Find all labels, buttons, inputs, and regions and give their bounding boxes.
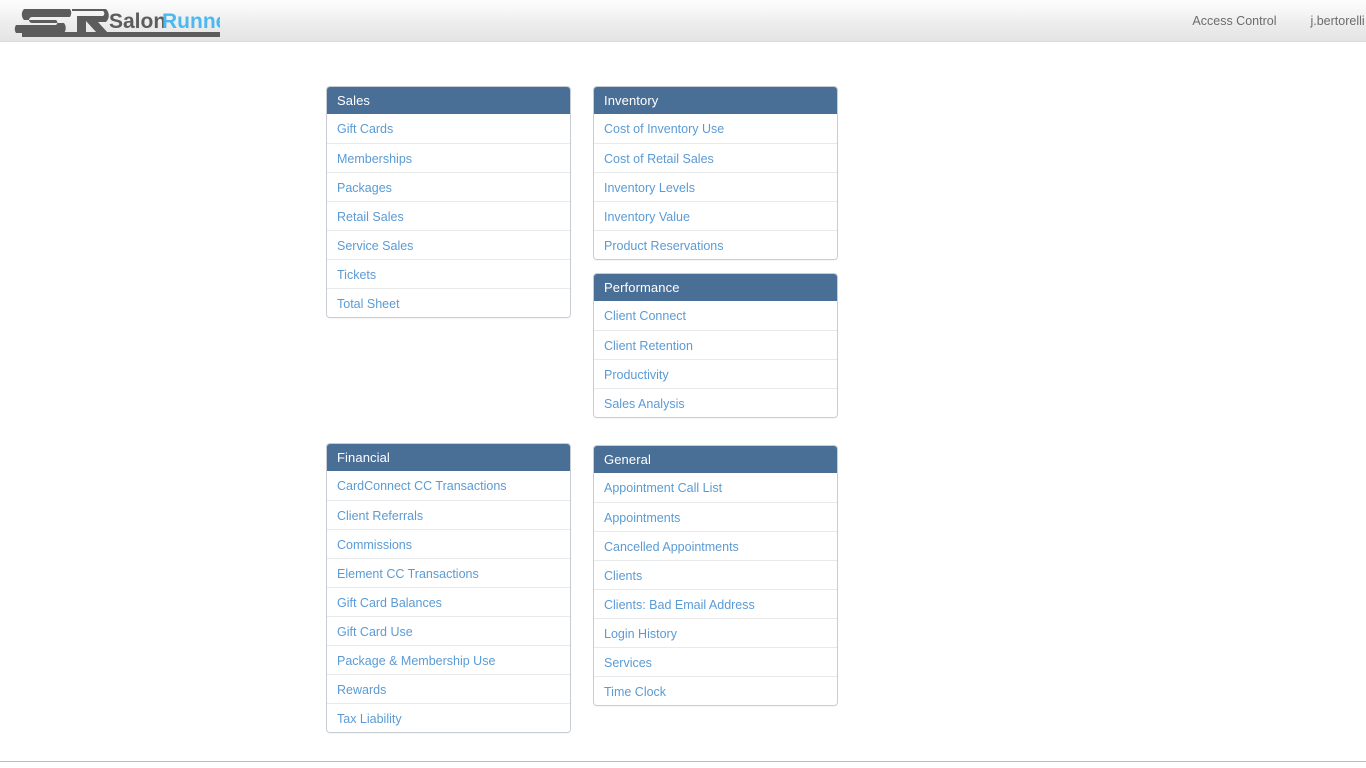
report-link-retail-sales[interactable]: Retail Sales — [337, 210, 404, 224]
report-link-tickets[interactable]: Tickets — [337, 268, 376, 282]
list-item[interactable]: Tickets — [327, 259, 570, 288]
list-item[interactable]: Gift Cards — [327, 114, 570, 143]
report-link-cost-of-inventory-use[interactable]: Cost of Inventory Use — [604, 122, 724, 136]
report-link-packages[interactable]: Packages — [337, 181, 392, 195]
list-item[interactable]: Retail Sales — [327, 201, 570, 230]
report-link-appointment-call-list[interactable]: Appointment Call List — [604, 481, 722, 495]
list-item[interactable]: Memberships — [327, 143, 570, 172]
right-column: Inventory Cost of Inventory Use Cost of … — [593, 86, 838, 706]
salonrunner-logo-icon: Salon Runner — [14, 9, 236, 37]
report-link-time-clock[interactable]: Time Clock — [604, 685, 666, 699]
current-user-salon-label: j.bertorelli salon: H — [1310, 14, 1366, 28]
panel-sales-title: Sales — [327, 87, 570, 114]
panel-general-title: General — [594, 446, 837, 473]
list-item[interactable]: Appointment Call List — [594, 473, 837, 502]
list-item[interactable]: Inventory Value — [594, 201, 837, 230]
report-link-client-retention[interactable]: Client Retention — [604, 339, 693, 353]
list-item[interactable]: Gift Card Use — [327, 616, 570, 645]
report-link-cost-of-retail-sales[interactable]: Cost of Retail Sales — [604, 152, 714, 166]
report-link-login-history[interactable]: Login History — [604, 627, 677, 641]
list-item[interactable]: Sales Analysis — [594, 388, 837, 417]
list-item[interactable]: Tax Liability — [327, 703, 570, 732]
list-item[interactable]: Gift Card Balances — [327, 587, 570, 616]
left-column: Sales Gift Cards Memberships Packages Re… — [326, 86, 571, 733]
svg-text:Salon: Salon — [109, 10, 166, 33]
panel-general: General Appointment Call List Appointmen… — [593, 445, 838, 706]
left-column-spacer — [326, 331, 571, 443]
panel-inventory-body: Cost of Inventory Use Cost of Retail Sal… — [594, 114, 837, 259]
report-link-client-referrals[interactable]: Client Referrals — [337, 509, 423, 523]
list-item[interactable]: Appointments — [594, 502, 837, 531]
list-item[interactable]: Inventory Levels — [594, 172, 837, 201]
panel-financial-title: Financial — [327, 444, 570, 471]
list-item[interactable]: Clients — [594, 560, 837, 589]
list-item[interactable]: Cost of Inventory Use — [594, 114, 837, 143]
report-link-cancelled-appointments[interactable]: Cancelled Appointments — [604, 540, 739, 554]
list-item[interactable]: Service Sales — [327, 230, 570, 259]
reports-columns: Sales Gift Cards Memberships Packages Re… — [326, 86, 838, 733]
report-link-element-cc-transactions[interactable]: Element CC Transactions — [337, 567, 479, 581]
list-item[interactable]: Commissions — [327, 529, 570, 558]
list-item[interactable]: Cancelled Appointments — [594, 531, 837, 560]
report-link-inventory-value[interactable]: Inventory Value — [604, 210, 690, 224]
list-item[interactable]: Product Reservations — [594, 230, 837, 259]
list-item[interactable]: Client Retention — [594, 330, 837, 359]
list-item[interactable]: Packages — [327, 172, 570, 201]
report-link-package-membership-use[interactable]: Package & Membership Use — [337, 654, 495, 668]
list-item[interactable]: Element CC Transactions — [327, 558, 570, 587]
report-link-commissions[interactable]: Commissions — [337, 538, 412, 552]
page-content: Sales Gift Cards Memberships Packages Re… — [0, 42, 1366, 768]
list-item[interactable]: Time Clock — [594, 676, 837, 705]
panel-sales: Sales Gift Cards Memberships Packages Re… — [326, 86, 571, 318]
list-item[interactable]: Services — [594, 647, 837, 676]
report-link-services[interactable]: Services — [604, 656, 652, 670]
svg-text:Runner: Runner — [162, 10, 220, 33]
panel-performance-body: Client Connect Client Retention Producti… — [594, 301, 837, 417]
top-navigation: Access Control j.bertorelli salon: H — [1158, 0, 1366, 42]
panel-performance: Performance Client Connect Client Retent… — [593, 273, 838, 418]
list-item[interactable]: Cost of Retail Sales — [594, 143, 837, 172]
list-item[interactable]: Rewards — [327, 674, 570, 703]
list-item[interactable]: Login History — [594, 618, 837, 647]
report-link-cardconnect-cc-transactions[interactable]: CardConnect CC Transactions — [337, 479, 507, 493]
report-link-gift-card-balances[interactable]: Gift Card Balances — [337, 596, 442, 610]
list-item[interactable]: Clients: Bad Email Address — [594, 589, 837, 618]
list-item[interactable]: Package & Membership Use — [327, 645, 570, 674]
report-link-rewards[interactable]: Rewards — [337, 683, 386, 697]
report-link-clients-bad-email-address[interactable]: Clients: Bad Email Address — [604, 598, 755, 612]
footer-divider — [0, 761, 1366, 762]
report-link-memberships[interactable]: Memberships — [337, 152, 412, 166]
list-item[interactable]: Client Connect — [594, 301, 837, 330]
report-link-inventory-levels[interactable]: Inventory Levels — [604, 181, 695, 195]
panel-general-body: Appointment Call List Appointments Cance… — [594, 473, 837, 705]
report-link-gift-cards[interactable]: Gift Cards — [337, 122, 393, 136]
nav-item-access-control[interactable]: Access Control — [1192, 0, 1276, 42]
report-link-tax-liability[interactable]: Tax Liability — [337, 712, 402, 726]
panel-sales-body: Gift Cards Memberships Packages Retail S… — [327, 114, 570, 317]
list-item[interactable]: CardConnect CC Transactions — [327, 471, 570, 500]
report-link-product-reservations[interactable]: Product Reservations — [604, 239, 724, 253]
report-link-clients[interactable]: Clients — [604, 569, 642, 583]
report-link-productivity[interactable]: Productivity — [604, 368, 669, 382]
salonrunner-logo[interactable]: Salon Runner — [10, 1, 236, 39]
panel-inventory: Inventory Cost of Inventory Use Cost of … — [593, 86, 838, 260]
report-link-appointments[interactable]: Appointments — [604, 511, 680, 525]
report-link-client-connect[interactable]: Client Connect — [604, 309, 686, 323]
panel-financial: Financial CardConnect CC Transactions Cl… — [326, 443, 571, 733]
report-link-service-sales[interactable]: Service Sales — [337, 239, 413, 253]
panel-financial-body: CardConnect CC Transactions Client Refer… — [327, 471, 570, 732]
list-item[interactable]: Total Sheet — [327, 288, 570, 317]
report-link-sales-analysis[interactable]: Sales Analysis — [604, 397, 685, 411]
list-item[interactable]: Productivity — [594, 359, 837, 388]
panel-inventory-title: Inventory — [594, 87, 837, 114]
report-link-gift-card-use[interactable]: Gift Card Use — [337, 625, 413, 639]
top-bar: Salon Runner Access Control j.bertorelli… — [0, 0, 1366, 42]
right-column-spacer — [593, 431, 838, 445]
panel-performance-title: Performance — [594, 274, 837, 301]
report-link-total-sheet[interactable]: Total Sheet — [337, 297, 400, 311]
list-item[interactable]: Client Referrals — [327, 500, 570, 529]
